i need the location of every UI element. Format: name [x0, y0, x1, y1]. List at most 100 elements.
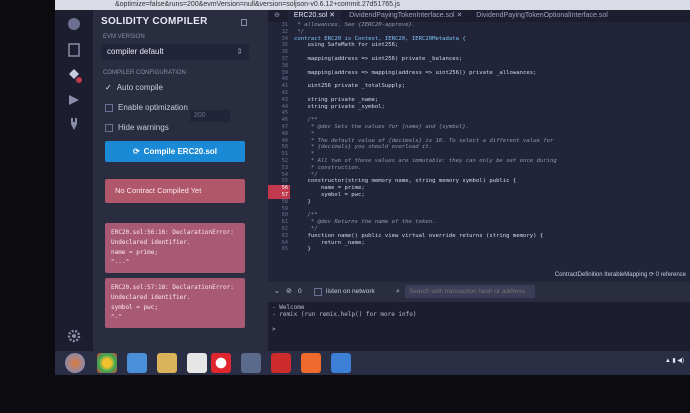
tab-dividend-interface[interactable]: DividendPayingTokenInterface.sol ✕: [343, 10, 468, 22]
settings-gear-icon[interactable]: [66, 328, 82, 344]
code-line[interactable]: * The default value of {decimals} is 18.…: [294, 138, 690, 145]
code-editor[interactable]: 31 32 34 35 36 37 38 39 40 41 42 43 44 45 46 47 48 49 50 51…: [268, 22, 690, 270]
code-line[interactable]: */: [294, 226, 690, 233]
code-line[interactable]: * @dev Returns the name of the token.: [294, 219, 690, 226]
code-line[interactable]: * construction.: [294, 165, 690, 172]
file-explorer-icon[interactable]: [66, 42, 82, 58]
code-line[interactable]: * @dev Sets the values for {name} and {s…: [294, 124, 690, 131]
code-line[interactable]: string private _symbol;: [294, 104, 690, 111]
listen-network-checkbox[interactable]: [314, 288, 322, 296]
compile-button[interactable]: ⟳ Compile ERC20.sol: [105, 141, 245, 162]
code-line[interactable]: }: [294, 199, 690, 206]
start-button[interactable]: [65, 353, 85, 373]
hide-warnings-checkbox[interactable]: [105, 123, 113, 132]
chrome-icon[interactable]: [97, 353, 117, 373]
line-number: 44: [281, 103, 288, 110]
select-arrow-icon: ⇕: [236, 47, 243, 56]
code-line[interactable]: * {decimals} you should overload it.: [294, 144, 690, 151]
line-number: 51: [281, 151, 288, 158]
refresh-icon: ⟳: [132, 147, 140, 156]
enable-optimization-label: Enable optimization: [118, 103, 188, 112]
file-manager-icon[interactable]: [157, 353, 177, 373]
code-line[interactable]: /**: [294, 212, 690, 219]
line-number: 59: [281, 205, 288, 212]
line-number: 42: [281, 89, 288, 96]
optimization-runs-input[interactable]: 200: [190, 110, 230, 122]
hide-warnings-label: Hide warnings: [118, 123, 169, 132]
opera-icon[interactable]: [211, 353, 231, 373]
code-line[interactable]: * allowances. See {IERC20-approve}.: [294, 22, 690, 29]
zoom-out-icon[interactable]: ⊖: [268, 10, 286, 22]
line-number: 35: [281, 42, 288, 49]
line-number: 31: [281, 22, 288, 28]
brave-icon[interactable]: [301, 353, 321, 373]
icon-rail: [55, 10, 93, 351]
line-number: 58: [281, 198, 288, 205]
transaction-search-input[interactable]: [405, 285, 535, 298]
code-line[interactable]: */: [294, 29, 690, 36]
enable-optimization-checkbox[interactable]: [105, 103, 113, 112]
app-icon[interactable]: [271, 353, 291, 373]
app-icon[interactable]: [127, 353, 147, 373]
line-number: 63: [281, 232, 288, 239]
code-line[interactable]: mapping(address => mapping(address => ui…: [294, 70, 690, 77]
line-number: 46: [281, 117, 288, 124]
code-line[interactable]: [294, 206, 690, 213]
code-line[interactable]: [294, 110, 690, 117]
system-tray[interactable]: ▲ ▮ ◀): [665, 357, 684, 364]
browser-url-bar[interactable]: &optimize=false&runs=200&evmVersion=null…: [55, 0, 690, 10]
code-line[interactable]: symbol = pwc;: [294, 192, 690, 199]
auto-compile-option[interactable]: ✓ Auto compile: [105, 83, 163, 92]
line-number: 57: [268, 191, 290, 199]
code-line[interactable]: *: [294, 131, 690, 138]
code-line[interactable]: [294, 49, 690, 56]
terminal-line: - remix (run remix.help() for more info): [272, 311, 417, 318]
code-line[interactable]: using SafeMath for uint256;: [294, 42, 690, 49]
code-line[interactable]: string private _name;: [294, 97, 690, 104]
terminal-toolbar: ⌄ ⊘ 0 listen on network ⌕: [268, 282, 690, 302]
hide-warnings-option[interactable]: Hide warnings: [105, 123, 169, 132]
evm-version-select[interactable]: compiler default ⇕: [101, 44, 249, 60]
code-line[interactable]: mapping(address => uint256) private _bal…: [294, 56, 690, 63]
enable-optimization-option[interactable]: Enable optimization: [105, 103, 188, 112]
code-line[interactable]: name = prime;: [294, 185, 690, 192]
terminal-prompt[interactable]: >: [272, 326, 417, 333]
evm-version-value: compiler default: [107, 47, 164, 56]
code-line[interactable]: [294, 63, 690, 70]
code-line[interactable]: /**: [294, 117, 690, 124]
code-line[interactable]: }: [294, 246, 690, 253]
line-number: 38: [281, 62, 288, 69]
plugin-manager-icon[interactable]: [66, 116, 82, 132]
code-line[interactable]: * All two of these values are immutable:…: [294, 158, 690, 165]
code-line[interactable]: uint256 private _totalSupply;: [294, 83, 690, 90]
tab-erc20[interactable]: ERC20.sol ✕: [287, 10, 342, 22]
app-icon[interactable]: [331, 353, 351, 373]
checkmark-icon[interactable]: ✓: [105, 83, 112, 92]
code-content[interactable]: * allowances. See {IERC20-approve}. */co…: [294, 22, 690, 270]
error-card[interactable]: ERC20.sol:57:18: DeclarationError: Undec…: [105, 278, 245, 328]
terminal-output: - Welcome - remix (run remix.help() for …: [272, 304, 417, 333]
app-icon[interactable]: [187, 353, 207, 373]
compile-button-label: Compile ERC20.sol: [143, 147, 218, 156]
code-line[interactable]: function name() public view virtual over…: [294, 233, 690, 240]
code-line[interactable]: contract ERC20 is Context, IERC20, IERC2…: [294, 36, 690, 43]
clear-console-icon[interactable]: ⊘: [286, 287, 292, 295]
error-card[interactable]: ERC20.sol:56:16: DeclarationError: Undec…: [105, 223, 245, 273]
collapse-terminal-icon[interactable]: ⌄: [274, 287, 280, 295]
tab-dividend-optional-interface[interactable]: DividendPayingTokenOptionalInterface.sol: [470, 10, 614, 22]
code-line[interactable]: return _name;: [294, 240, 690, 247]
deploy-run-icon[interactable]: [66, 92, 82, 108]
solidity-compiler-icon[interactable]: [66, 68, 82, 84]
remix-logo-icon[interactable]: [66, 16, 82, 32]
code-line[interactable]: [294, 90, 690, 97]
line-number: 54: [281, 171, 288, 178]
code-line[interactable]: constructor(string memory name, string m…: [294, 178, 690, 185]
app-icon[interactable]: [241, 353, 261, 373]
line-number: 64: [281, 239, 288, 246]
documentation-icon[interactable]: [241, 19, 247, 26]
error-location: ERC20.sol:57:18: DeclarationError:: [111, 284, 234, 291]
code-line[interactable]: [294, 76, 690, 83]
code-line[interactable]: *: [294, 151, 690, 158]
code-line[interactable]: */: [294, 172, 690, 179]
compilation-status: No Contract Compiled Yet: [105, 179, 245, 203]
